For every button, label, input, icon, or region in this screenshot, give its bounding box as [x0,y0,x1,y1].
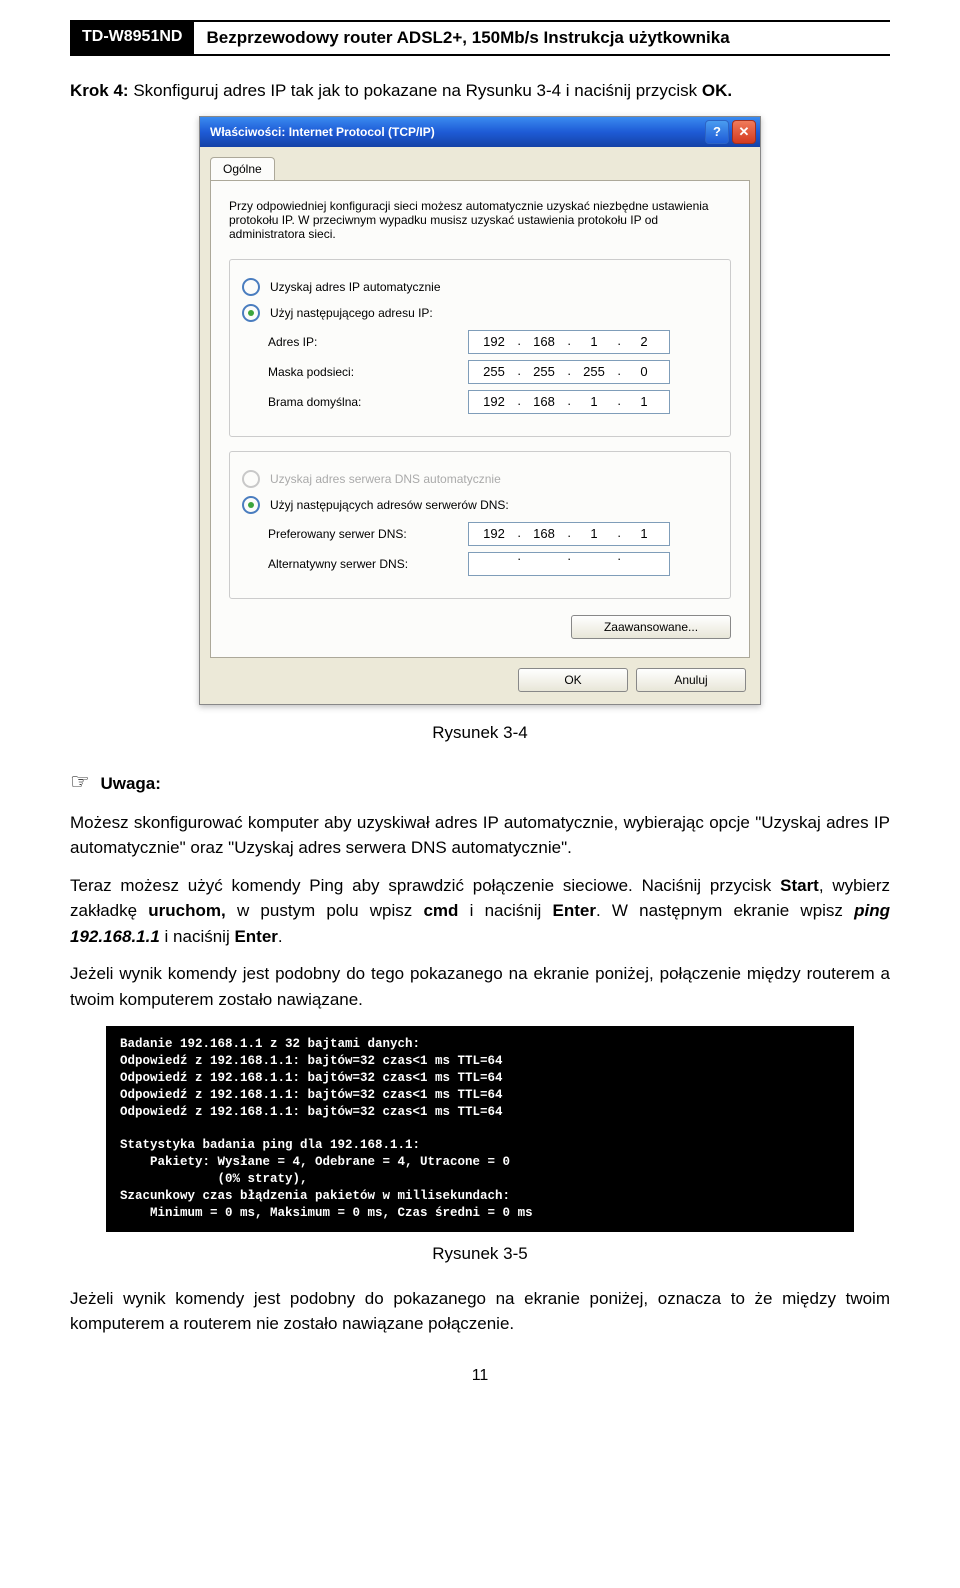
tab-general[interactable]: Ogólne [210,157,275,180]
tcpip-properties-dialog: Właściwości: Internet Protocol (TCP/IP) … [199,116,761,705]
radio-dns-manual[interactable] [242,496,260,514]
console-output: Badanie 192.168.1.1 z 32 bajtami danych:… [106,1026,854,1232]
radio-ip-manual-label: Użyj następującego adresu IP: [270,306,433,320]
radio-dns-manual-label: Użyj następujących adresów serwerów DNS: [270,498,509,512]
radio-ip-manual[interactable] [242,304,260,322]
gateway-label: Brama domyślna: [268,395,468,409]
ip-groupbox: Uzyskaj adres IP automatycznie Użyj nast… [229,259,731,437]
pref-dns-label: Preferowany serwer DNS: [268,527,468,541]
ip-address-input[interactable]: 192 168 1 2 [468,330,670,354]
step-4: Krok 4: Skonfiguruj adres IP tak jak to … [70,78,890,104]
page-number: 11 [70,1367,890,1385]
radio-ip-auto[interactable] [242,278,260,296]
ip-address-label: Adres IP: [268,335,468,349]
window-title: Właściwości: Internet Protocol (TCP/IP) [210,125,702,139]
gateway-input[interactable]: 192 168 1 1 [468,390,670,414]
page-header: TD-W8951ND Bezprzewodowy router ADSL2+, … [70,20,890,56]
alt-dns-label: Alternatywny serwer DNS: [268,557,468,571]
mask-input[interactable]: 255 255 255 0 [468,360,670,384]
model-label: TD-W8951ND [70,22,194,54]
note-text: Możesz skonfigurować komputer aby uzyski… [70,810,890,861]
mask-label: Maska podsieci: [268,365,468,379]
radio-dns-auto [242,470,260,488]
radio-ip-auto-label: Uzyskaj adres IP automatycznie [270,280,441,294]
pref-dns-input[interactable]: 192 168 1 1 [468,522,670,546]
close-icon[interactable]: ✕ [732,120,756,144]
figure-caption-3-5: Rysunek 3-5 [70,1244,890,1264]
doc-title: Bezprzewodowy router ADSL2+, 150Mb/s Ins… [194,22,890,54]
advanced-button[interactable]: Zaawansowane... [571,615,731,639]
footer-paragraph: Jeżeli wynik komendy jest podobny do pok… [70,1286,890,1337]
note-heading: ☞ Uwaga: [70,765,890,798]
ping-paragraph-1: Teraz możesz użyć komendy Ping aby spraw… [70,873,890,950]
help-icon[interactable]: ? [705,120,729,144]
pointer-icon: ☞ [70,769,90,794]
info-text: Przy odpowiedniej konfiguracji sieci moż… [229,199,731,241]
titlebar: Właściwości: Internet Protocol (TCP/IP) … [200,117,760,147]
ok-button[interactable]: OK [518,668,628,692]
figure-caption-3-4: Rysunek 3-4 [70,723,890,743]
alt-dns-input[interactable] [468,552,670,576]
cancel-button[interactable]: Anuluj [636,668,746,692]
ping-paragraph-2: Jeżeli wynik komendy jest podobny do teg… [70,961,890,1012]
dns-groupbox: Uzyskaj adres serwera DNS automatycznie … [229,451,731,599]
radio-dns-auto-label: Uzyskaj adres serwera DNS automatycznie [270,472,501,486]
